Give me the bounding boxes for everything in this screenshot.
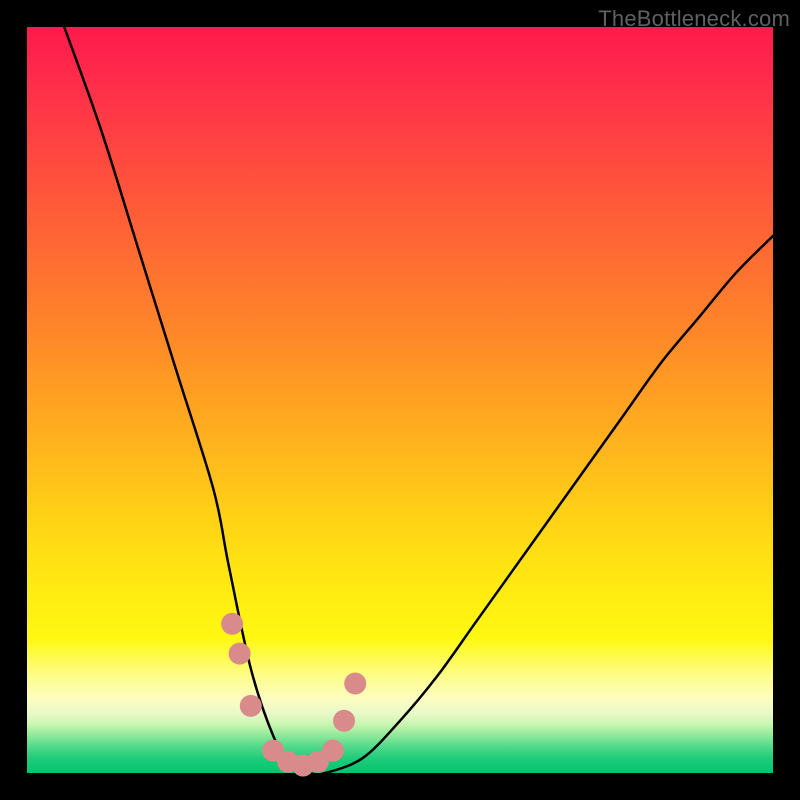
chart-frame: TheBottleneck.com (0, 0, 800, 800)
curve-layer (27, 27, 773, 773)
highlight-dot (322, 740, 344, 762)
highlight-dot (221, 613, 243, 635)
highlight-dot (344, 672, 366, 694)
plot-area (27, 27, 773, 773)
highlight-dot (333, 710, 355, 732)
highlight-dot (240, 695, 262, 717)
bottleneck-curve-path (64, 27, 773, 775)
highlight-dot (229, 643, 251, 665)
